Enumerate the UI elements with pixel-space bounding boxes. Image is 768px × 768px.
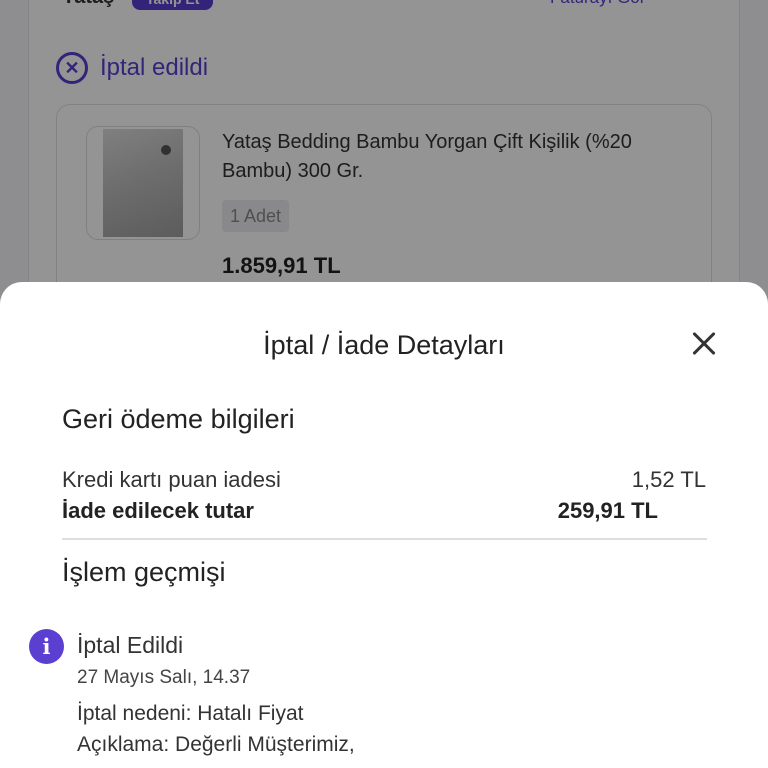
event-date: 27 Mayıs Salı, 14.37 — [77, 667, 251, 688]
event-title: İptal Edildi — [77, 632, 184, 658]
refund-total-label: İade edilecek tutar — [62, 498, 254, 523]
close-icon[interactable] — [688, 328, 720, 360]
refund-row-value: 1,52 TL — [631, 467, 706, 492]
info-icon: i — [29, 629, 64, 664]
refund-row-points: Kredi kartı puan iadesi 1,52 TL — [62, 467, 706, 493]
refund-info-heading: Geri ödeme bilgileri — [62, 404, 295, 434]
cancel-refund-sheet: İptal / İade Detayları Geri ödeme bilgil… — [0, 282, 768, 768]
sheet-title: İptal / İade Detayları — [263, 330, 505, 360]
history-heading: İşlem geçmişi — [62, 557, 226, 587]
refund-row-label: Kredi kartı puan iadesi — [62, 467, 281, 492]
divider — [62, 538, 707, 540]
event-description: Açıklama: Değerli Müşterimiz, — [77, 733, 355, 756]
refund-total-value: 259,91 TL — [557, 498, 658, 523]
refund-row-total: İade edilecek tutar 259,91 TL — [62, 498, 658, 524]
event-reason: İptal nedeni: Hatalı Fiyat — [77, 702, 304, 725]
